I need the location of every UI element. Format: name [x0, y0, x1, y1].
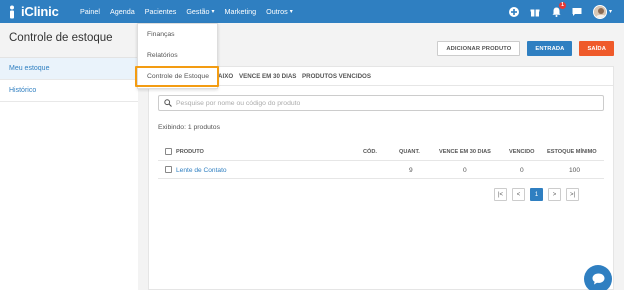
gestao-dropdown-menu: Finanças Relatórios Controle de Estoque: [137, 23, 218, 89]
page-prev-button[interactable]: <: [512, 188, 525, 201]
nav-marketing[interactable]: Marketing: [225, 7, 257, 16]
chevron-down-icon: ▾: [608, 9, 612, 15]
nav-gestao-label: Gestão: [186, 7, 210, 16]
table-row: Lente de Contato 9 0 0 100: [158, 161, 604, 179]
sidebar-item-historico[interactable]: Histórico: [0, 80, 138, 102]
table-header-row: PRODUTO CÓD. QUANT. VENCE EM 30 DIAS VEN…: [158, 143, 604, 161]
search-icon: [164, 99, 172, 107]
nav-gestao[interactable]: Gestão ▾: [186, 7, 214, 16]
col-vence[interactable]: VENCE EM 30 DIAS: [439, 149, 491, 155]
add-circle-icon[interactable]: [509, 6, 520, 17]
cell-vencido: 0: [520, 167, 524, 174]
page-title: Controle de estoque: [9, 32, 113, 44]
chat-support-button[interactable]: [584, 265, 612, 290]
col-produto[interactable]: PRODUTO: [176, 149, 204, 155]
chevron-down-icon: ▾: [289, 9, 293, 15]
chat-icon[interactable]: [572, 6, 583, 17]
menu-item-relatorios[interactable]: Relatórios: [138, 45, 217, 66]
sidebar: Meu estoque Histórico: [0, 57, 138, 290]
pagination: |< < 1 > >|: [494, 188, 579, 201]
col-quant[interactable]: QUANT.: [399, 149, 420, 155]
saida-button[interactable]: SAÍDA: [579, 41, 614, 56]
search-input[interactable]: Pesquise por nome ou código do produto: [158, 95, 604, 111]
select-all-checkbox[interactable]: [165, 148, 172, 155]
cell-quant: 9: [409, 167, 413, 174]
nav-pacientes[interactable]: Pacientes: [145, 7, 177, 16]
stock-card: AIXO VENCE EM 30 DIAS PRODUTOS VENCIDOS …: [148, 66, 614, 290]
menu-item-financas[interactable]: Finanças: [138, 24, 217, 45]
avatar: [592, 4, 607, 19]
cell-estoque-minimo: 100: [569, 167, 581, 174]
nav-marketing-label: Marketing: [224, 7, 257, 16]
nav-agenda-label: Agenda: [109, 7, 135, 16]
sidebar-item-meu-estoque[interactable]: Meu estoque: [0, 58, 138, 80]
tab-produtos-vencidos[interactable]: PRODUTOS VENCIDOS: [302, 73, 371, 80]
logo[interactable]: iClinic: [6, 3, 59, 20]
nav-agenda[interactable]: Agenda: [110, 7, 135, 16]
search-placeholder: Pesquise por nome ou código do produto: [176, 99, 301, 107]
tab-vence-30-dias[interactable]: VENCE EM 30 DIAS: [239, 73, 296, 80]
bell-icon[interactable]: 1: [551, 2, 566, 17]
products-table: PRODUTO CÓD. QUANT. VENCE EM 30 DIAS VEN…: [158, 143, 604, 179]
nav-outros-label: Outros: [266, 7, 288, 16]
notification-badge: 1: [558, 2, 566, 9]
results-count: Exibindo: 1 produtos: [158, 124, 220, 131]
col-vencido[interactable]: VENCIDO: [509, 149, 535, 155]
row-checkbox[interactable]: [165, 166, 172, 173]
page-1-button[interactable]: 1: [530, 188, 543, 201]
user-menu[interactable]: ▾: [592, 4, 612, 19]
product-name-link[interactable]: Lente de Contato: [176, 167, 227, 174]
page-first-button[interactable]: |<: [494, 188, 507, 201]
entrada-button[interactable]: ENTRADA: [527, 41, 573, 56]
menu-item-controle-estoque[interactable]: Controle de Estoque: [138, 66, 217, 87]
tab-estoque-baixo[interactable]: AIXO: [218, 73, 233, 80]
nav-painel-label: Painel: [80, 7, 100, 16]
nav-painel[interactable]: Painel: [80, 7, 100, 16]
col-cod[interactable]: CÓD.: [363, 149, 377, 155]
top-navbar: iClinic Painel Agenda Pacientes Gestão ▾ …: [0, 0, 624, 23]
logo-icon: [6, 5, 18, 19]
add-product-button[interactable]: ADICIONAR PRODUTO: [437, 41, 521, 56]
page-next-button[interactable]: >: [548, 188, 561, 201]
page-last-button[interactable]: >|: [566, 188, 579, 201]
nav-outros[interactable]: Outros ▾: [266, 7, 293, 16]
gift-icon[interactable]: [530, 6, 541, 17]
chevron-down-icon: ▾: [211, 9, 215, 15]
cell-vence: 0: [463, 167, 467, 174]
logo-text: iClinic: [21, 4, 59, 19]
col-estoque-minimo[interactable]: ESTOQUE MÍNIMO: [547, 149, 597, 155]
chat-bubble-icon: [592, 273, 604, 285]
tabs-bar: AIXO VENCE EM 30 DIAS PRODUTOS VENCIDOS: [149, 67, 613, 86]
nav-pacientes-label: Pacientes: [144, 7, 177, 16]
